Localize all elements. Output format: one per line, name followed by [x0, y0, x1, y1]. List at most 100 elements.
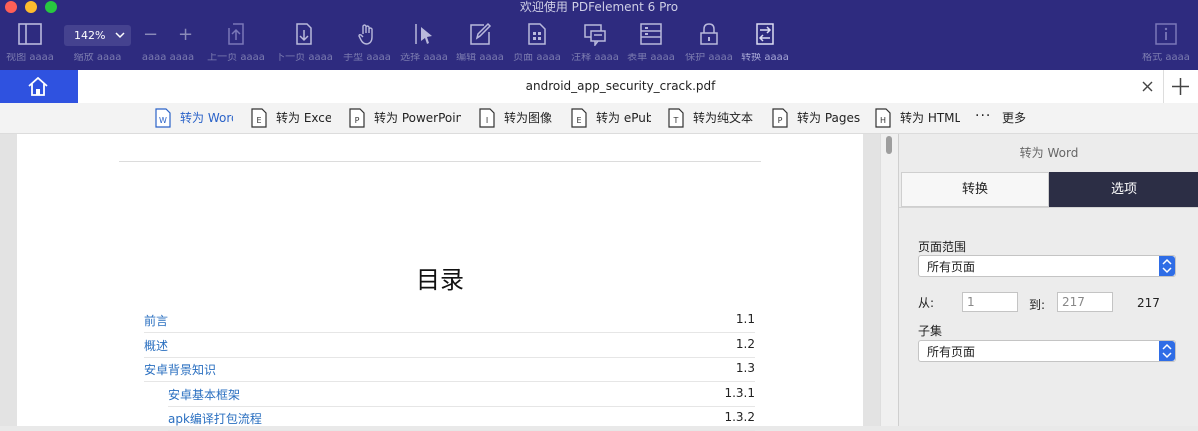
image-file-icon: I [479, 108, 495, 128]
new-tab-icon[interactable] [1172, 78, 1189, 95]
protect-button[interactable]: 保护 aaaa [680, 18, 738, 68]
convert-to-powerpoint-button[interactable]: P 转为 PowerPoint [349, 107, 461, 129]
convert-to-powerpoint-label: 转为 PowerPoint [374, 111, 461, 125]
convert-to-pages-label: 转为 Pages [797, 111, 860, 125]
prev-page-label: 上一页 aaaa [207, 53, 265, 63]
more-button[interactable]: ··· 更多 [975, 107, 1035, 129]
from-page-input[interactable]: 1 [962, 292, 1018, 312]
document-area: 目录 前言 1.1 概述 1.2 安卓背景知识 1.3 安卓基本框架 1.3.1… [0, 134, 898, 431]
convert-icon [756, 23, 774, 45]
convert-button[interactable]: 转换 aaaa [736, 18, 794, 68]
panel-title: 转为 Word [1019, 146, 1079, 160]
home-button[interactable] [0, 70, 78, 103]
hand-tool-button[interactable]: 手型 aaaa [338, 18, 396, 68]
convert-bar: W 转为 Word E 转为 Excel P 转为 PowerPoint I 转… [0, 103, 1198, 134]
page-range-select[interactable]: 所有页面 [918, 255, 1176, 277]
zoom-in-button[interactable]: + [178, 24, 193, 45]
page-range-label: 页面范围 [918, 240, 967, 254]
page-button[interactable]: 页面 aaaa [508, 18, 566, 68]
hand-icon [358, 24, 373, 45]
svg-text:E: E [576, 116, 581, 125]
toc-entry-label: 概述 [144, 339, 169, 353]
toc-entry-label: apk编译打包流程 [168, 412, 262, 426]
convert-to-pages-button[interactable]: P 转为 Pages [772, 107, 860, 129]
html-file-icon: H [875, 108, 891, 128]
toc-row[interactable]: apk编译打包流程 1.3.2 [168, 406, 755, 431]
minimize-window-button[interactable] [25, 1, 37, 13]
convert-to-excel-label: 转为 Excel [276, 111, 331, 125]
convert-to-epub-label: 转为 ePub [596, 111, 651, 125]
tab-options[interactable]: 选项 [1049, 172, 1198, 207]
toc-entry-number: 1.3 [735, 361, 755, 375]
comment-icon [584, 24, 606, 46]
svg-text:I: I [486, 116, 488, 125]
scrollbar-thumb[interactable] [886, 136, 892, 154]
select-arrows-icon [1159, 341, 1175, 361]
subset-select[interactable]: 所有页面 [918, 340, 1176, 362]
prev-page-button[interactable]: 上一页 aaaa [207, 18, 265, 68]
edit-label: 编辑 aaaa [456, 53, 504, 63]
to-label: 到: [1029, 298, 1046, 312]
view-label: 视图 aaaa [6, 53, 54, 63]
svg-text:H: H [880, 116, 886, 125]
word-file-icon: W [155, 108, 171, 128]
close-window-button[interactable] [5, 1, 17, 13]
page-range-value: 所有页面 [927, 260, 976, 274]
convert-to-html-button[interactable]: H 转为 HTML [875, 107, 960, 129]
zoom-out-in-label: aaaa aaaa [141, 53, 195, 63]
convert-to-word-button[interactable]: W 转为 Word [155, 107, 233, 129]
svg-text:P: P [778, 116, 783, 125]
comment-label: 注释 aaaa [571, 53, 619, 63]
excel-file-icon: E [251, 108, 267, 128]
edit-button[interactable]: 编辑 aaaa [451, 18, 509, 68]
convert-to-text-label: 转为纯文本 [693, 111, 754, 125]
convert-to-image-button[interactable]: I 转为图像 [479, 107, 559, 129]
convert-to-epub-button[interactable]: E 转为 ePub [571, 107, 651, 129]
form-button[interactable]: 表单 aaaa [622, 18, 680, 68]
tab-bar: android_app_security_crack.pdf [0, 70, 1198, 104]
svg-text:T: T [673, 116, 679, 125]
convert-to-excel-button[interactable]: E 转为 Excel [251, 107, 331, 129]
epub-file-icon: E [571, 108, 587, 128]
toc-row[interactable]: 安卓背景知识 1.3 [144, 357, 755, 382]
toc-entry-label: 安卓背景知识 [144, 363, 217, 377]
zoom-label: 缩放 aaaa [73, 53, 122, 63]
maximize-window-button[interactable] [45, 1, 57, 13]
panel-divider [899, 207, 1198, 208]
protect-label: 保护 aaaa [685, 53, 733, 63]
select-tool-button[interactable]: 选择 aaaa [395, 18, 453, 68]
subset-label: 子集 [918, 324, 943, 338]
next-page-button[interactable]: 下一页 aaaa [275, 18, 333, 68]
format-button[interactable]: 格式 aaaa [1137, 18, 1195, 68]
view-button[interactable]: 视图 aaaa [1, 18, 59, 68]
zoom-out-button[interactable]: − [143, 24, 158, 45]
page-icon [528, 23, 546, 45]
svg-text:P: P [355, 116, 360, 125]
lock-icon [700, 23, 718, 45]
toc-title: 目录 [416, 266, 464, 294]
view-icon [18, 23, 42, 45]
form-label: 表单 aaaa [627, 53, 675, 63]
next-page-icon [296, 23, 312, 45]
toc-row[interactable]: 前言 1.1 [144, 308, 755, 333]
more-label: 更多 [1002, 111, 1027, 125]
zoom-select[interactable]: 142% [64, 25, 131, 46]
total-pages: 217 [1137, 296, 1160, 310]
scrollbar-track[interactable] [880, 134, 898, 426]
form-icon [640, 23, 662, 45]
toc-row[interactable]: 概述 1.2 [144, 333, 755, 358]
comment-button[interactable]: 注释 aaaa [566, 18, 624, 68]
pdf-page: 目录 前言 1.1 概述 1.2 安卓背景知识 1.3 安卓基本框架 1.3.1… [17, 134, 863, 431]
convert-to-text-button[interactable]: T 转为纯文本 [668, 107, 763, 129]
format-label: 格式 aaaa [1142, 53, 1190, 63]
tab-convert[interactable]: 转换 [901, 172, 1049, 207]
toc-row[interactable]: 安卓基本框架 1.3.1 [168, 382, 755, 407]
text-file-icon: T [668, 108, 684, 128]
document-tab[interactable]: android_app_security_crack.pdf [78, 70, 1164, 103]
svg-text:E: E [256, 116, 261, 125]
close-tab-icon[interactable] [1142, 81, 1153, 92]
to-page-input[interactable]: 217 [1057, 292, 1113, 312]
select-arrows-icon [1159, 256, 1175, 276]
select-label: 选择 aaaa [400, 53, 448, 63]
page-header-rule [119, 161, 761, 162]
